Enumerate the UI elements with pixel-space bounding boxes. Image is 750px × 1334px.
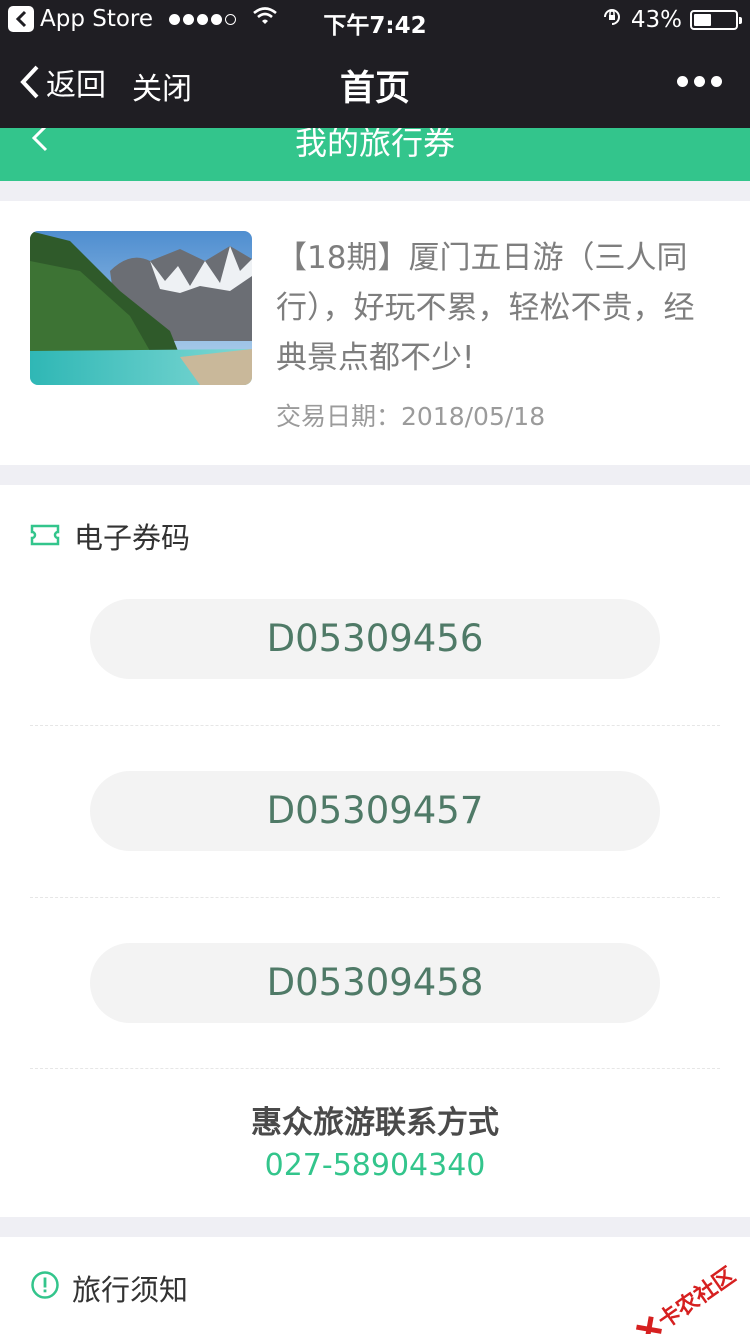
voucher-code[interactable]: D05309456 xyxy=(90,599,660,679)
contact-title: 惠众旅游联系方式 xyxy=(251,1105,499,1141)
notice-section-header: 旅行须知 xyxy=(30,1267,188,1309)
divider xyxy=(30,897,720,898)
battery-percent: 43% xyxy=(630,7,682,33)
voucher-card: 电子券码 D05309456 D05309457 D05309458 惠众旅游联… xyxy=(0,485,750,1217)
status-bar: App Store 下午7:42 43% xyxy=(0,0,750,40)
divider xyxy=(30,725,720,726)
order-date-label: 交易日期： xyxy=(276,402,402,431)
page-title: 首页 xyxy=(339,69,410,109)
more-options-icon[interactable] xyxy=(677,76,722,87)
order-title: 【18期】厦门五日游（三人同行），好玩不累，轻松不贵，经典景点都不少! xyxy=(276,240,695,376)
battery-icon xyxy=(690,10,742,30)
status-right: 43% xyxy=(601,6,742,34)
order-date: 交易日期：2018/05/18 xyxy=(276,397,545,433)
page-header: 我的旅行券 xyxy=(0,128,750,181)
notice-section-label: 旅行须知 xyxy=(72,1273,189,1307)
voucher-code[interactable]: D05309458 xyxy=(90,943,660,1023)
order-card[interactable]: 【18期】厦门五日游（三人同行），好玩不累，轻松不贵，经典景点都不少! 交易日期… xyxy=(0,201,750,465)
navigation-bar: 返回 关闭 首页 xyxy=(0,40,750,128)
info-icon xyxy=(30,1270,60,1307)
header-title: 我的旅行券 xyxy=(294,128,455,162)
voucher-section-label: 电子券码 xyxy=(74,521,191,555)
order-date-value: 2018/05/18 xyxy=(401,402,546,431)
tour-thumbnail-image xyxy=(30,231,252,385)
orientation-lock-icon xyxy=(601,6,623,34)
ticket-icon xyxy=(30,519,60,553)
voucher-code[interactable]: D05309457 xyxy=(90,771,660,851)
contact-phone-link[interactable]: 027-58904340 xyxy=(0,1148,750,1183)
voucher-section-header: 电子券码 xyxy=(30,515,190,557)
divider xyxy=(30,1068,720,1069)
